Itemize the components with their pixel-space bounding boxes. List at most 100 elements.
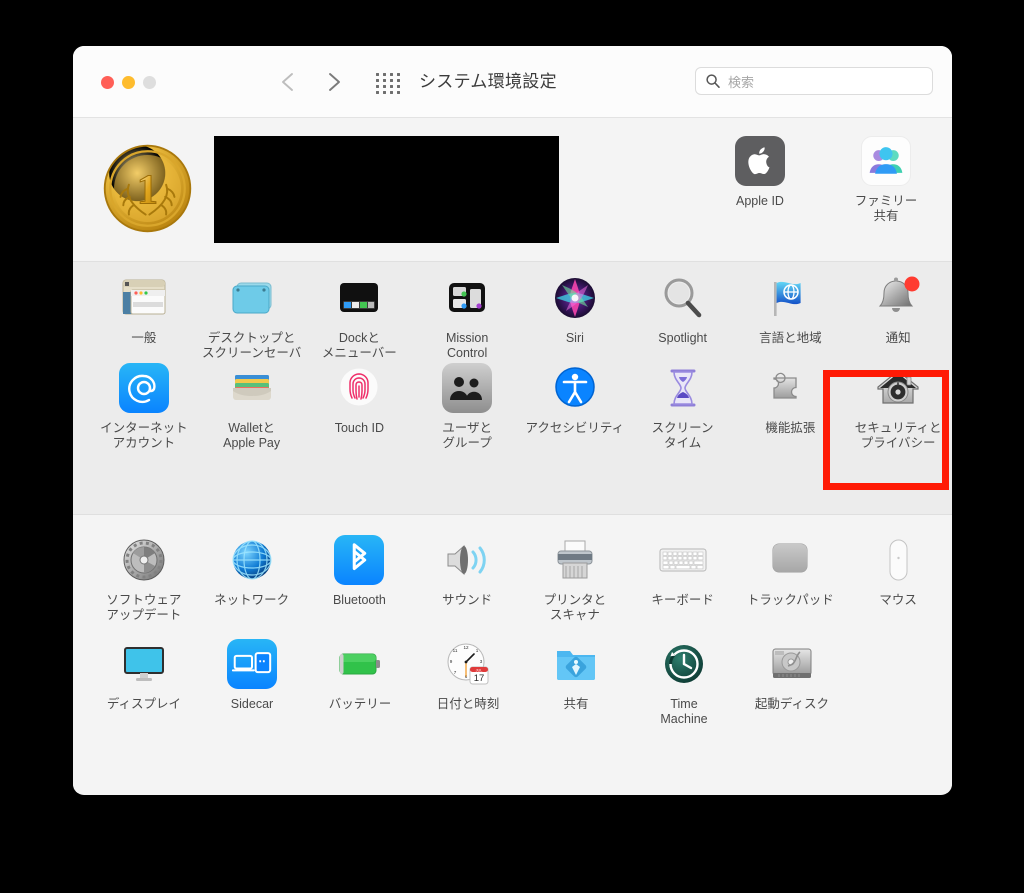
pref-general[interactable]: 一般 [90,271,198,361]
account-shortcuts: Apple ID ファミリー 共有 [706,134,940,224]
svg-text:3: 3 [480,659,483,664]
pref-label: バッテリー [328,697,392,711]
search-field[interactable]: 検索 [695,67,933,95]
gold-medal-1-avatar: 1 [101,142,194,235]
pref-label: Sidecar [230,697,274,711]
pref-label: Spotlight [658,331,707,345]
sound-icon [440,533,494,587]
trackpad-icon [763,533,817,587]
close-button[interactable] [101,76,114,89]
window-titlebar: システム環境設定 検索 [73,46,952,118]
pref-sidecar[interactable]: Sidecar [198,637,306,727]
pref-row: インターネット アカウント Walletと Apple Pay Touch ID… [73,361,952,451]
svg-text:1: 1 [137,166,158,213]
pref-label: Dockと メニューバー [321,331,397,360]
general-icon [117,271,171,325]
pref-desktop-screensaver[interactable]: デスクトップと スクリーンセーバ [198,271,306,361]
accessibility-icon [548,361,602,415]
wallet-apple-pay-icon [225,361,279,415]
network-icon [225,533,279,587]
forward-button[interactable] [321,69,347,95]
language-region-icon [763,271,817,325]
traffic-lights [101,76,156,89]
pref-touch-id[interactable]: Touch ID [306,361,414,451]
pref-label: セキュリティと プライバシー [854,421,942,450]
screenshot-root: システム環境設定 検索 1 Apple ID ファミリー 共有 一般 デスクトッ… [0,0,1024,893]
bluetooth-icon [332,533,386,587]
pref-label: 日付と時刻 [436,697,500,711]
pref-dock-menubar[interactable]: Dockと メニューバー [306,271,414,361]
users-groups-icon [440,361,494,415]
apple-id-icon [733,134,787,188]
system-preferences-window: システム環境設定 検索 1 Apple ID ファミリー 共有 一般 デスクトッ… [73,46,952,795]
pref-screen-time[interactable]: スクリーン タイム [629,361,737,451]
pref-label: アクセシビリティ [525,421,625,435]
pref-sharing[interactable]: 共有 [522,637,630,727]
pref-bluetooth[interactable]: Bluetooth [306,533,414,623]
pref-trackpad[interactable]: トラックパッド [737,533,845,623]
startup-disk-icon [765,637,819,691]
pref-network[interactable]: ネットワーク [198,533,306,623]
svg-text:11: 11 [453,648,458,653]
pref-sound[interactable]: サウンド [413,533,521,623]
sharing-icon [549,637,603,691]
pref-siri[interactable]: Siri [521,271,629,361]
pref-spotlight[interactable]: Spotlight [629,271,737,361]
pref-date-time[interactable]: 1213 567 911 JUL 17 [414,637,522,727]
pref-security-privacy[interactable]: セキュリティと プライバシー [844,361,952,451]
back-button[interactable] [276,69,302,95]
pref-label: Siri [565,331,584,345]
pref-language-region[interactable]: 言語と地域 [737,271,845,361]
pref-label: 通知 [885,331,911,345]
pref-row: ソフトウェア アップデート ネットワーク Bluetooth サウンド プリンタ… [73,515,952,623]
pref-software-update[interactable]: ソフトウェア アップデート [90,533,198,623]
pref-label: インターネット アカウント [100,421,188,450]
pref-notifications[interactable]: 通知 [844,271,952,361]
pref-label: Walletと Apple Pay [223,421,281,450]
pref-mission-control[interactable]: Mission Control [413,271,521,361]
pref-time-machine[interactable]: Time Machine [630,637,738,727]
pref-label: 起動ディスク [754,697,830,711]
family-sharing-icon [859,134,913,188]
zoom-button[interactable] [143,76,156,89]
pref-label: 共有 [563,697,589,711]
calendar-month-label: JUL [476,668,483,672]
mouse-icon [871,533,925,587]
pref-users-groups[interactable]: ユーザと グループ [413,361,521,451]
pref-label: プリンタと スキャナ [543,593,607,622]
printers-scanners-icon [548,533,602,587]
pref-accessibility[interactable]: アクセシビリティ [521,361,629,451]
pref-printers-scanners[interactable]: プリンタと スキャナ [521,533,629,623]
show-all-grid-icon[interactable] [374,72,404,96]
pref-internet-accounts[interactable]: インターネット アカウント [90,361,198,451]
minimize-button[interactable] [122,76,135,89]
pref-label: Apple ID [736,194,784,208]
pref-row: ディスプレイ Sidecar バッテリー 12 1 3 7 9 11 JUL 1… [73,623,952,727]
pref-label: ネットワーク [214,593,290,607]
forward-chevron-icon [321,69,347,95]
pref-label: ソフトウェア アップデート [106,593,182,622]
pref-family-sharing[interactable]: ファミリー 共有 [832,134,940,224]
internet-accounts-icon [117,361,171,415]
spotlight-icon [656,271,710,325]
pref-extensions[interactable]: 機能拡張 [737,361,845,451]
pref-displays[interactable]: ディスプレイ [90,637,198,727]
pref-startup-disk[interactable]: 起動ディスク [738,637,846,727]
date-time-icon: 1213 567 911 JUL 17 [441,637,495,691]
pref-keyboard[interactable]: キーボード [629,533,737,623]
account-identity[interactable]: 1 [101,136,559,243]
desktop-screensaver-icon [225,271,279,325]
pref-label: デスクトップと スクリーンセーバ [201,331,302,360]
pref-apple-id[interactable]: Apple ID [706,134,814,224]
extensions-icon [763,361,817,415]
screen-time-icon [656,361,710,415]
pref-battery[interactable]: バッテリー [306,637,414,727]
pref-label: スクリーン タイム [651,421,714,450]
redacted-account-name [214,136,559,243]
battery-icon [333,637,387,691]
pref-mouse[interactable]: マウス [844,533,952,623]
dock-menubar-icon [332,271,386,325]
pref-label: ユーザと グループ [442,421,492,450]
pref-label: トラックパッド [746,593,834,607]
pref-wallet-apple-pay[interactable]: Walletと Apple Pay [198,361,306,451]
